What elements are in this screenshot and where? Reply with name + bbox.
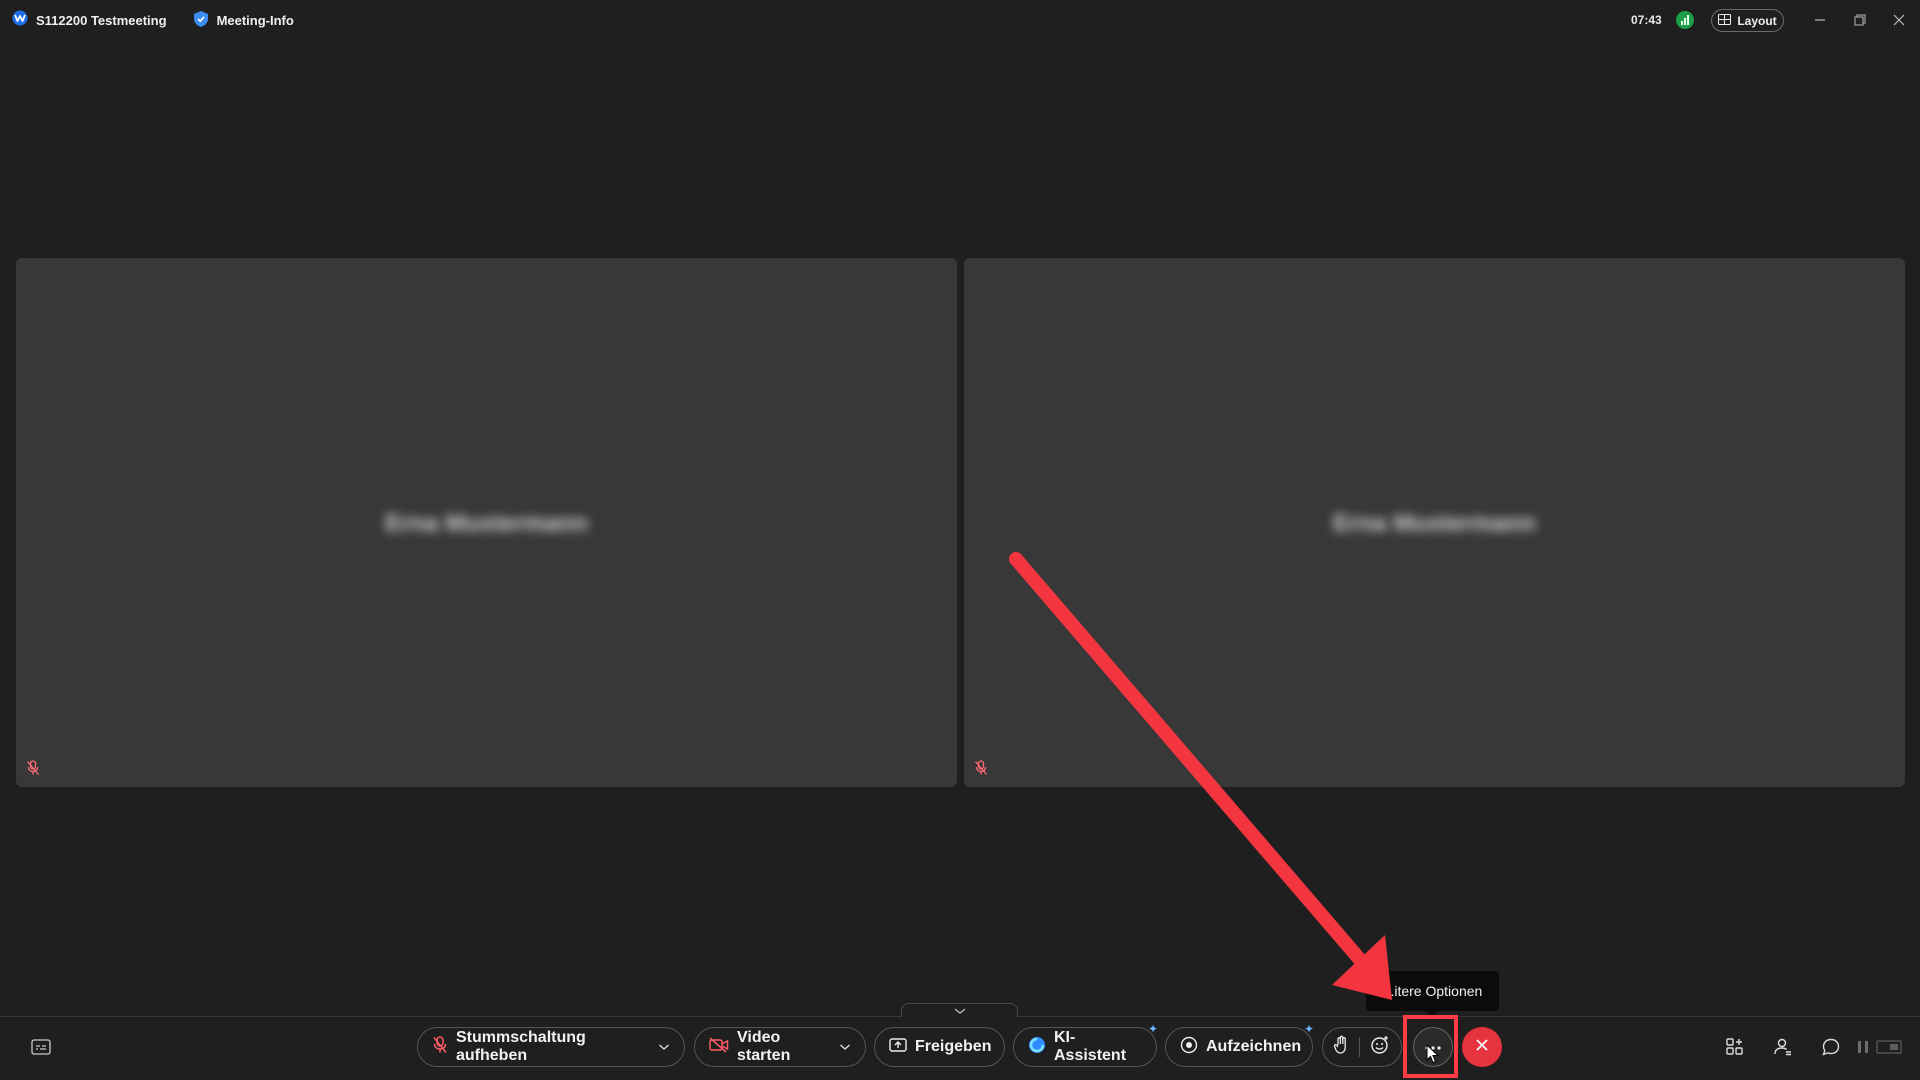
layout-button[interactable]: Layout [1711, 9, 1784, 32]
ai-assistant-button[interactable]: KI-Assistent ✦ [1013, 1022, 1158, 1067]
chat-icon[interactable] [1818, 1034, 1844, 1060]
share-label: Freigeben [915, 1038, 992, 1055]
webex-logo-icon [12, 10, 28, 31]
minimize-icon[interactable] [1808, 8, 1832, 32]
share-button[interactable]: Freigeben [874, 1027, 1005, 1067]
apps-icon[interactable] [1722, 1034, 1748, 1060]
connection-signal-icon[interactable] [1676, 11, 1694, 29]
sparkle-icon: ✦ [1303, 1022, 1314, 1036]
muted-mic-icon [974, 760, 988, 781]
muted-mic-icon [26, 760, 40, 781]
ai-assistant-label: KI-Assistent [1054, 1029, 1127, 1064]
layout-label: Layout [1737, 13, 1777, 28]
record-button[interactable]: Aufzeichnen ✦ [1165, 1022, 1314, 1067]
more-options-tooltip: ...itere Optionen [1366, 971, 1499, 1017]
participant-tile-1[interactable]: Erna Mustermann [16, 258, 957, 787]
divider [1359, 1037, 1360, 1057]
record-label: Aufzeichnen [1206, 1038, 1302, 1055]
meeting-info-button[interactable]: Meeting-Info [193, 10, 294, 31]
shield-icon [193, 10, 209, 31]
share-screen-icon [889, 1037, 907, 1058]
collapse-toolbar-button[interactable] [901, 1003, 1018, 1017]
leave-meeting-button[interactable] [1462, 1027, 1502, 1067]
muted-mic-icon [432, 1035, 448, 1059]
participant-name: Erna Mustermann [385, 510, 588, 537]
start-video-label: Video starten [737, 1029, 791, 1064]
layout-grid-icon [1718, 13, 1732, 28]
chevron-down-icon [953, 1002, 967, 1020]
meeting-title: S112200 Testmeeting [36, 12, 167, 28]
raise-hand-icon[interactable] [1333, 1035, 1349, 1060]
record-icon [1180, 1036, 1198, 1059]
close-window-icon[interactable] [1887, 8, 1911, 32]
screen-layout-icon[interactable] [1872, 1034, 1906, 1060]
unmute-label: Stummschaltung aufheben [456, 1029, 586, 1064]
chevron-down-icon[interactable] [839, 1038, 851, 1056]
captions-icon[interactable] [28, 1034, 54, 1060]
video-off-icon [709, 1036, 729, 1058]
meeting-title-group: S112200 Testmeeting Meeting-Info [12, 10, 294, 31]
unmute-button[interactable]: Stummschaltung aufheben [417, 1027, 685, 1067]
start-video-button[interactable]: Video starten [694, 1027, 866, 1067]
restore-icon[interactable] [1848, 8, 1872, 32]
participants-icon[interactable] [1770, 1034, 1796, 1060]
close-icon [1475, 1038, 1489, 1057]
participant-name: Erna Mustermann [1333, 510, 1536, 537]
reaction-emoji-icon[interactable] [1370, 1035, 1390, 1060]
chevron-down-icon[interactable] [658, 1038, 670, 1056]
reactions-group [1322, 1027, 1402, 1067]
participant-tile-2[interactable]: Erna Mustermann [964, 258, 1905, 787]
ai-assistant-icon [1028, 1036, 1046, 1059]
clock: 07:43 [1631, 13, 1662, 27]
annotation-highlight-box [1403, 1015, 1458, 1078]
meeting-info-label: Meeting-Info [216, 12, 294, 28]
sparkle-icon: ✦ [1147, 1022, 1158, 1036]
